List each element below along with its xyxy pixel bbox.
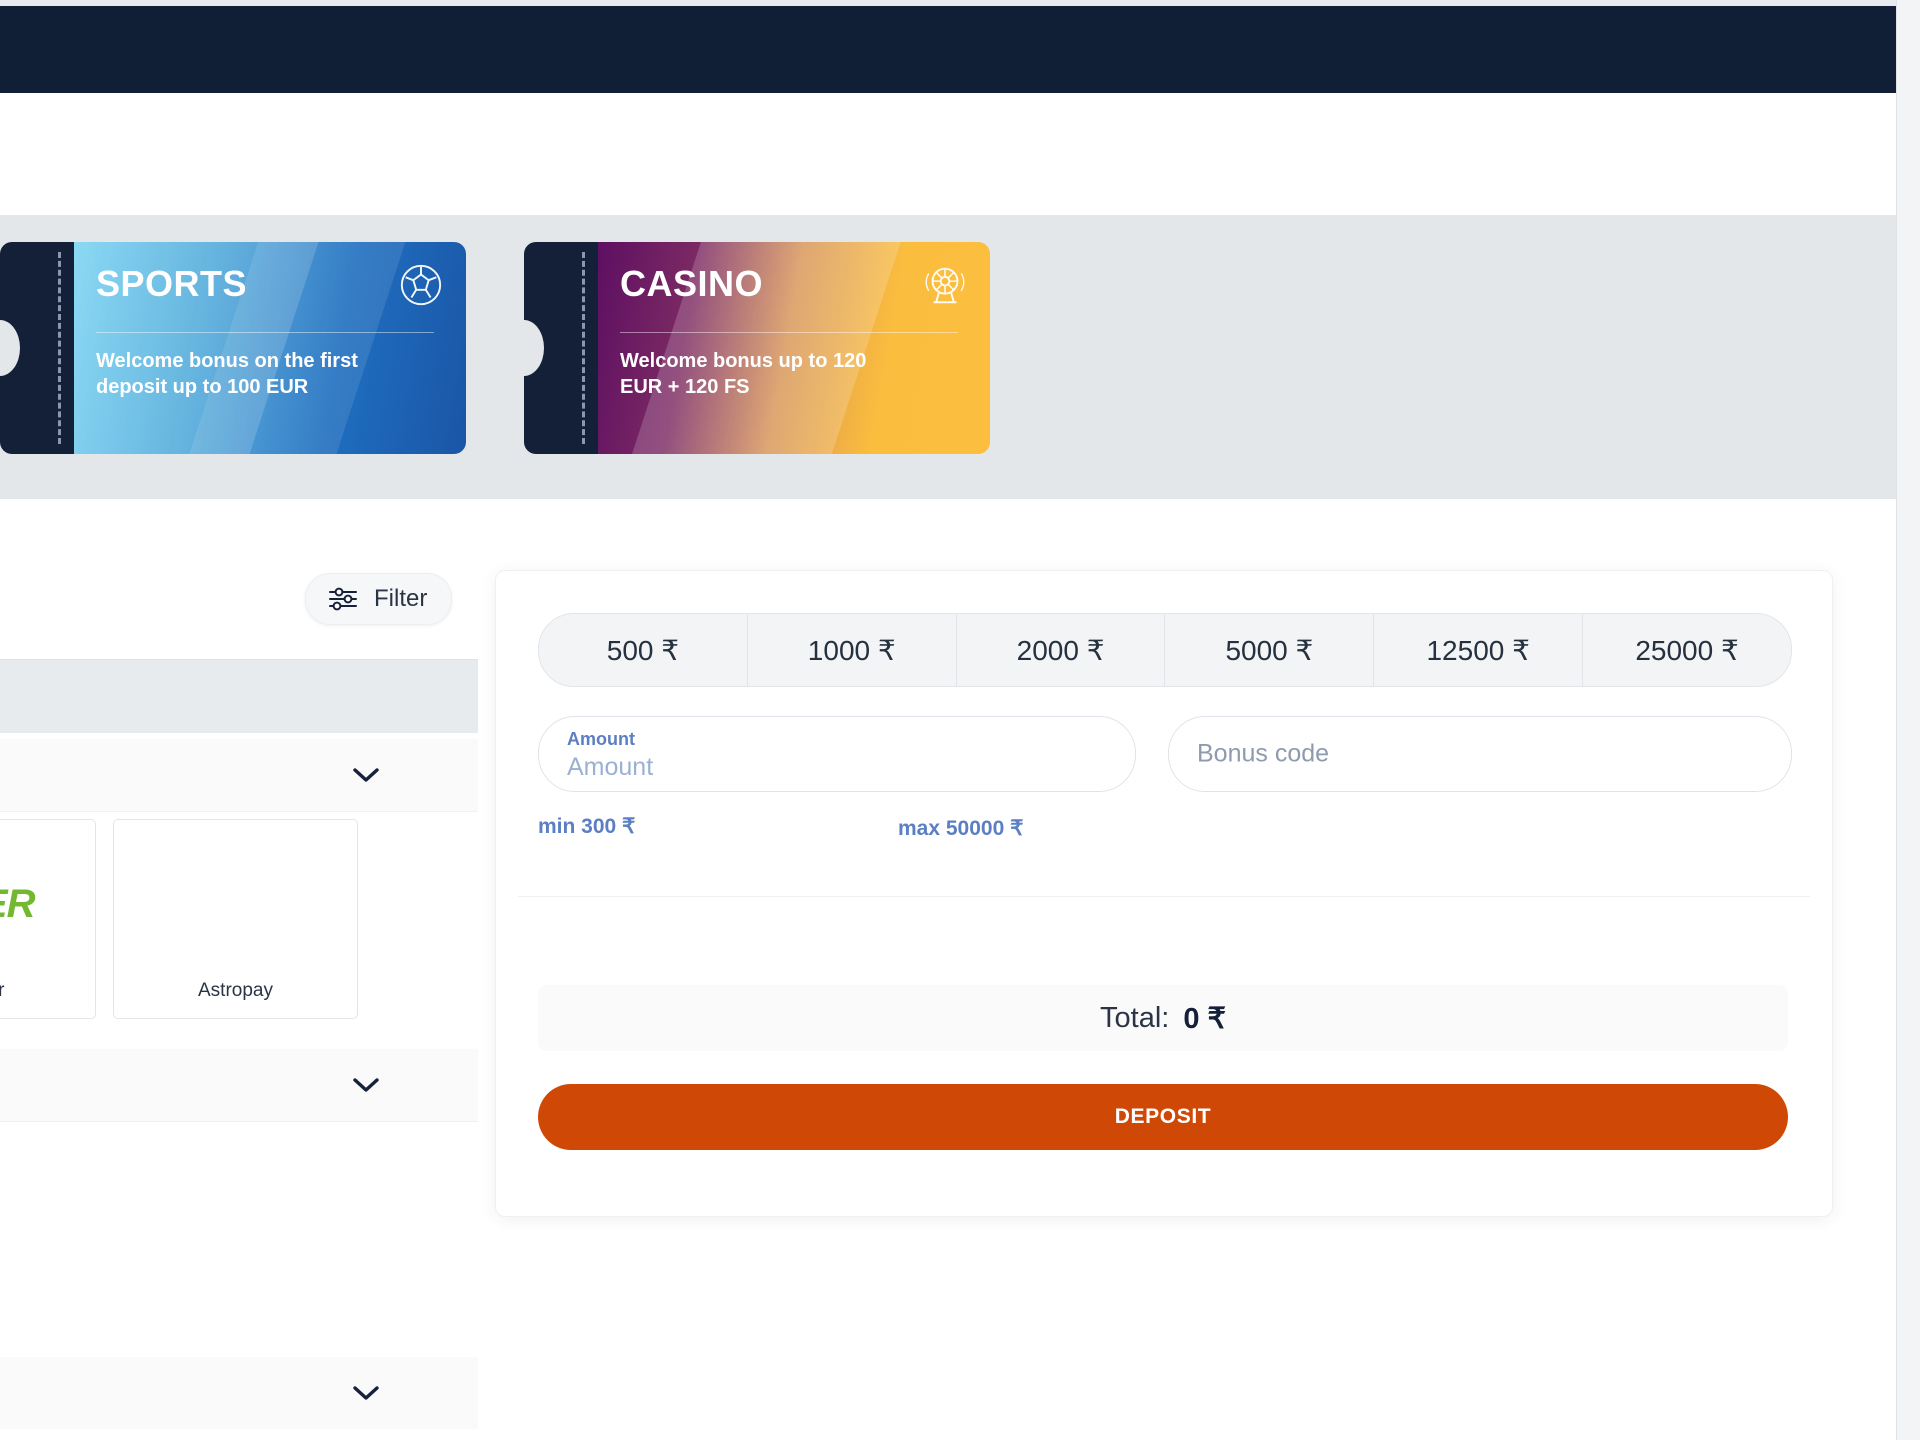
top-navigation-bar[interactable] [0, 6, 1896, 95]
soccer-ball-icon [400, 264, 442, 306]
ticket-description: Welcome bonus up to 120 EUR + 120 FS [620, 350, 867, 398]
sub-header-band [0, 93, 1896, 215]
max-amount-hint: max 50000 ₹ [898, 817, 1024, 840]
min-amount-hint: min 300 ₹ [538, 815, 636, 838]
ticket-divider [96, 332, 434, 333]
chevron-down-icon [353, 1078, 379, 1092]
ticket-perforation [582, 252, 585, 444]
amount-preset-2000[interactable]: 2000 ₹ [956, 614, 1166, 686]
amount-preset-1000[interactable]: 1000 ₹ [747, 614, 957, 686]
total-value: 0 ₹ [1183, 1002, 1226, 1035]
sliders-icon [329, 587, 357, 611]
bonus-banner-band: SPORTS Welcome bonus on the first deposi… [0, 215, 1896, 499]
total-row: Total: 0 ₹ [538, 985, 1788, 1051]
bonus-ticket-casino[interactable]: CASINO Welcome bonus up to 120 EUR + 120… [524, 242, 990, 454]
right-scroll-rail[interactable] [1896, 0, 1920, 1440]
total-label: Total: [1100, 1001, 1170, 1034]
payment-accordion-row-2[interactable] [0, 1049, 478, 1122]
amount-preset-5000[interactable]: 5000 ₹ [1165, 614, 1375, 686]
ticket-divider [620, 332, 958, 333]
payment-method-card-1[interactable]: LER er [0, 819, 96, 1019]
deposit-form-card: 500 ₹ 1000 ₹ 2000 ₹ 5000 ₹ 12500 ₹ 25000… [495, 570, 1833, 1217]
payment-method-card-2[interactable]: Astropay [113, 819, 358, 1019]
bonus-ticket-sports[interactable]: SPORTS Welcome bonus on the first deposi… [0, 242, 466, 454]
ticket-body: SPORTS Welcome bonus on the first deposi… [74, 242, 466, 454]
bonus-code-placeholder: Bonus code [1197, 739, 1330, 768]
amount-preset-25000[interactable]: 25000 ₹ [1583, 614, 1791, 686]
page-root: SPORTS Welcome bonus on the first deposi… [0, 0, 1920, 1440]
roulette-wheel-icon [925, 267, 965, 304]
ticket-body: CASINO Welcome bonus up to 120 EUR + 120… [598, 242, 990, 454]
payment-method-label: er [0, 980, 5, 1001]
amount-preset-500[interactable]: 500 ₹ [539, 614, 748, 686]
payment-panel-header [0, 659, 478, 733]
payment-accordion-row-1[interactable] [0, 739, 478, 812]
payment-accordion-row-3[interactable] [0, 1357, 478, 1429]
ticket-perforation [58, 252, 61, 444]
filter-button-label: Filter [374, 585, 428, 612]
deposit-card-divider [518, 896, 1810, 897]
amount-input-value: Amount [567, 753, 654, 781]
chevron-down-icon [353, 1386, 379, 1400]
ticket-title: SPORTS [96, 263, 248, 304]
payment-method-logo: LER [0, 882, 36, 926]
amount-preset-group: 500 ₹ 1000 ₹ 2000 ₹ 5000 ₹ 12500 ₹ 25000… [538, 613, 1792, 687]
amount-preset-12500[interactable]: 12500 ₹ [1374, 614, 1584, 686]
payment-methods-panel: LER er Astropay [0, 499, 478, 1440]
deposit-submit-button[interactable]: DEPOSIT [538, 1084, 1788, 1150]
payment-method-label: Astropay [198, 980, 273, 1001]
ticket-description: Welcome bonus on the first deposit up to… [96, 350, 358, 398]
bonus-code-input[interactable]: Bonus code [1168, 716, 1792, 792]
ticket-content: CASINO Welcome bonus up to 120 EUR + 120… [620, 266, 972, 400]
amount-input-label: Amount [567, 729, 635, 749]
amount-input[interactable]: Amount Amount [538, 716, 1136, 792]
filter-button[interactable]: Filter [305, 573, 453, 625]
ticket-content: SPORTS Welcome bonus on the first deposi… [96, 266, 448, 400]
chevron-down-icon [353, 768, 379, 782]
ticket-title: CASINO [620, 263, 764, 304]
